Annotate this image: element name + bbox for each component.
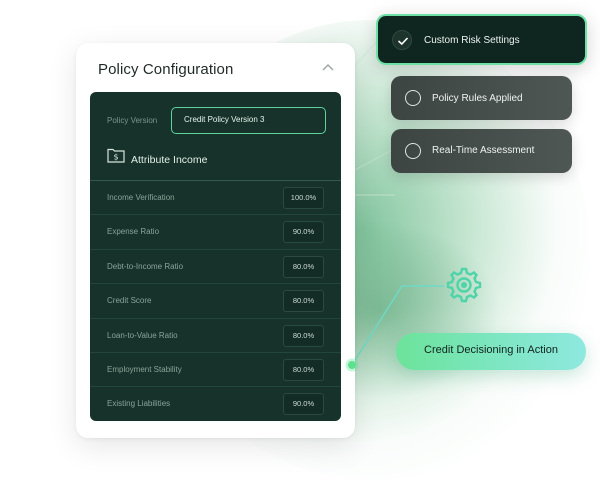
table-row: Expense Ratio 90.0%	[90, 215, 341, 250]
table-row: Loan-to-Value Ratio 80.0%	[90, 319, 341, 353]
dollar-folder-icon: $	[107, 148, 125, 163]
row-value-field[interactable]: 80.0%	[283, 324, 324, 347]
card-title: Policy Configuration	[98, 61, 234, 78]
row-value-field[interactable]: 80.0%	[283, 290, 324, 313]
row-value-field[interactable]: 90.0%	[283, 221, 324, 244]
gear-icon	[446, 267, 482, 303]
cta-label: Credit Decisioning in Action	[424, 344, 558, 356]
check-badge	[392, 30, 412, 50]
table-row: Existing Liabilities 90.0%	[90, 387, 341, 421]
chevron-up-icon[interactable]	[320, 60, 336, 76]
table-row: Income Verification 100.0%	[90, 181, 341, 216]
row-label: Credit Score	[107, 296, 152, 306]
option-custom-risk-settings[interactable]: Custom Risk Settings	[376, 14, 587, 65]
row-value-field[interactable]: 80.0%	[283, 255, 324, 278]
row-label: Expense Ratio	[107, 227, 160, 237]
row-label: Existing Liabilities	[107, 399, 171, 409]
row-label: Debt-to-Income Ratio	[107, 261, 184, 271]
option-policy-rules-applied[interactable]: Policy Rules Applied	[391, 76, 572, 120]
radio-circle-icon	[405, 90, 421, 106]
row-value-field[interactable]: 90.0%	[283, 393, 324, 416]
policy-panel: Policy Version Credit Policy Version 3 $…	[90, 92, 341, 421]
option-real-time-assessment[interactable]: Real-Time Assessment	[391, 129, 572, 173]
policy-configuration-card: Policy Configuration Policy Version Cred…	[76, 43, 355, 438]
option-label: Policy Rules Applied	[432, 93, 523, 104]
table-row: Debt-to-Income Ratio 80.0%	[90, 250, 341, 285]
radio-circle-icon	[405, 143, 421, 159]
policy-version-label: Policy Version	[107, 116, 158, 125]
connector-node-icon	[345, 358, 359, 372]
row-label: Loan-to-Value Ratio	[107, 330, 178, 340]
row-label: Employment Stability	[107, 364, 182, 374]
row-label: Income Verification	[107, 193, 175, 202]
table-row: Credit Score 80.0%	[90, 284, 341, 319]
check-icon	[397, 37, 409, 46]
attribute-rows: Income Verification 100.0% Expense Ratio…	[90, 181, 341, 421]
policy-version-field[interactable]: Credit Policy Version 3	[171, 107, 326, 134]
svg-text:$: $	[113, 153, 118, 162]
option-label: Custom Risk Settings	[424, 35, 520, 46]
row-value-field[interactable]: 100.0%	[283, 187, 324, 209]
option-label: Real-Time Assessment	[432, 145, 535, 156]
credit-decisioning-button[interactable]: Credit Decisioning in Action	[396, 333, 586, 370]
table-row: Employment Stability 80.0%	[90, 353, 341, 388]
attribute-title: Attribute Income	[131, 154, 208, 166]
row-value-field[interactable]: 80.0%	[283, 358, 324, 381]
